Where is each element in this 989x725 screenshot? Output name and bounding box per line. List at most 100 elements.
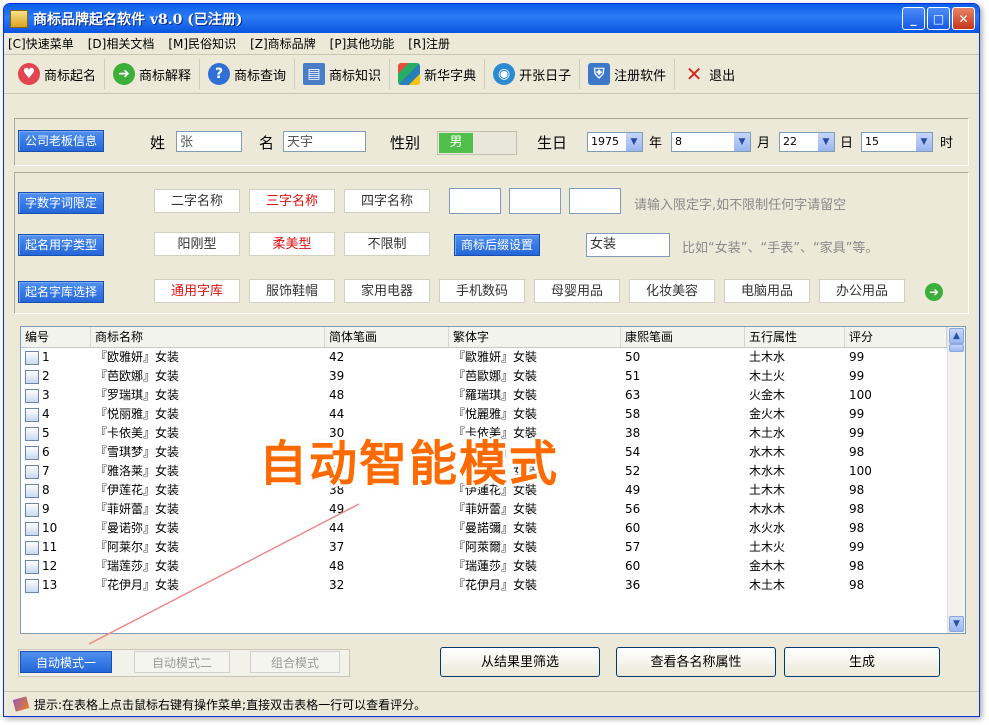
menu-quick[interactable]: [C]快速菜单 bbox=[8, 35, 74, 52]
menu-other[interactable]: [P]其他功能 bbox=[330, 35, 395, 52]
option-unlimited[interactable]: 不限制 bbox=[344, 232, 430, 256]
cell-text: 100 bbox=[849, 464, 872, 478]
library-general[interactable]: 通用字库 bbox=[154, 279, 240, 303]
tool-dictionary-button[interactable]: 新华字典 bbox=[390, 59, 486, 89]
suffix-setting-tag[interactable]: 商标后缀设置 bbox=[454, 234, 541, 256]
table-cell: 『罗瑞琪』女装 bbox=[91, 386, 325, 405]
cell-text: 『芭欧娜』女装 bbox=[95, 369, 180, 383]
tool-exit-button[interactable]: ✕ 退出 bbox=[675, 59, 743, 89]
table-cell: 4 bbox=[21, 405, 91, 424]
col-header-kangxi-strokes[interactable]: 康熙笔画 bbox=[621, 327, 745, 347]
day-unit: 日 bbox=[840, 136, 854, 151]
table-cell: 木土木 bbox=[745, 576, 845, 595]
minimize-button[interactable]: _ bbox=[902, 7, 925, 30]
close-button[interactable]: ✕ bbox=[952, 7, 975, 30]
library-office[interactable]: 办公用品 bbox=[819, 279, 905, 303]
mode-combo[interactable]: 组合模式 bbox=[250, 651, 340, 673]
option-three-char[interactable]: 三字名称 bbox=[249, 189, 335, 213]
cell-text: 56 bbox=[625, 502, 641, 516]
col-header-id[interactable]: 编号 bbox=[21, 327, 91, 347]
name-input[interactable]: 天宇 bbox=[283, 131, 366, 152]
library-tag[interactable]: 起名字库选择 bbox=[18, 281, 105, 303]
library-computer[interactable]: 电脑用品 bbox=[724, 279, 810, 303]
table-scrollbar[interactable]: ▲ ▼ bbox=[947, 327, 965, 633]
table-row[interactable]: 1 『欧雅妍』女装 42 『歐雅妍』女裝 50 土木水 99 bbox=[21, 348, 965, 367]
cell-text: 2 bbox=[42, 369, 50, 383]
limit-char-input-1[interactable] bbox=[449, 188, 501, 214]
col-header-simple-strokes[interactable]: 简体笔画 bbox=[325, 327, 449, 347]
char-type-tag[interactable]: 起名用字类型 bbox=[18, 234, 105, 256]
word-limit-tag[interactable]: 字数字词限定 bbox=[18, 192, 105, 214]
help-icon: ? bbox=[208, 63, 231, 85]
gender-toggle[interactable]: 男 bbox=[437, 131, 517, 155]
cell-text: 『罗瑞琪』女装 bbox=[95, 388, 180, 402]
filter-results-button[interactable]: 从结果里筛选 bbox=[440, 647, 600, 677]
option-two-char[interactable]: 二字名称 bbox=[154, 189, 240, 213]
cell-text: 金火木 bbox=[749, 407, 786, 421]
row-icon bbox=[25, 445, 39, 460]
menu-docs[interactable]: [D]相关文档 bbox=[88, 35, 155, 52]
scroll-up-icon[interactable]: ▲ bbox=[949, 328, 964, 344]
table-cell: 木土水 bbox=[745, 424, 845, 443]
hour-select[interactable]: 15 ▼ bbox=[861, 132, 933, 152]
col-header-name[interactable]: 商标名称 bbox=[91, 327, 325, 347]
mode-auto-1[interactable]: 自动模式一 bbox=[20, 651, 112, 673]
surname-input[interactable]: 张 bbox=[176, 131, 242, 152]
tool-label: 开张日子 bbox=[519, 68, 572, 84]
scroll-thumb[interactable] bbox=[949, 344, 964, 352]
tool-register-button[interactable]: ⛨ 注册软件 bbox=[580, 59, 676, 89]
tool-knowledge-button[interactable]: ▤ 商标知识 bbox=[295, 59, 391, 89]
limit-char-input-3[interactable] bbox=[569, 188, 621, 214]
menu-folk[interactable]: [M]民俗知识 bbox=[168, 35, 236, 52]
cell-text: 水火水 bbox=[749, 521, 786, 535]
owner-info-tag[interactable]: 公司老板信息 bbox=[18, 130, 105, 152]
table-cell: 木水木 bbox=[745, 500, 845, 519]
library-digital[interactable]: 手机数码 bbox=[439, 279, 525, 303]
mode-auto-2[interactable]: 自动模式二 bbox=[134, 651, 230, 673]
cell-text: 42 bbox=[329, 350, 345, 364]
table-row[interactable]: 3 『罗瑞琪』女装 48 『羅瑞琪』女裝 63 火金木 100 bbox=[21, 386, 965, 405]
next-arrow-icon[interactable]: ➜ bbox=[925, 283, 943, 301]
option-masculine[interactable]: 阳刚型 bbox=[154, 232, 240, 256]
chevron-down-icon: ▼ bbox=[734, 133, 750, 151]
col-header-traditional[interactable]: 繁体字 bbox=[449, 327, 621, 347]
status-text: 提示:在表格上点击鼠标右键有操作菜单;直接双击表格一行可以查看评分。 bbox=[34, 697, 427, 712]
maximize-button[interactable]: □ bbox=[927, 7, 950, 30]
tool-opening-day-button[interactable]: ◉ 开张日子 bbox=[485, 59, 581, 89]
menu-brand[interactable]: [Z]商标品牌 bbox=[250, 35, 316, 52]
generate-button[interactable]: 生成 bbox=[784, 647, 940, 677]
cell-text: 50 bbox=[625, 350, 641, 364]
option-four-char[interactable]: 四字名称 bbox=[344, 189, 430, 213]
col-header-five-elements[interactable]: 五行属性 bbox=[745, 327, 845, 347]
cell-text: 6 bbox=[42, 445, 50, 459]
suffix-input[interactable]: 女装 bbox=[586, 233, 670, 257]
menu-register[interactable]: [R]注册 bbox=[408, 35, 450, 52]
cell-text: 48 bbox=[329, 388, 345, 402]
limit-char-input-2[interactable] bbox=[509, 188, 561, 214]
library-baby[interactable]: 母婴用品 bbox=[534, 279, 620, 303]
row-icon bbox=[25, 388, 39, 403]
tool-query-button[interactable]: ? 商标查询 bbox=[200, 59, 296, 89]
tool-naming-button[interactable]: ♥ 商标起名 bbox=[10, 59, 106, 89]
tool-label: 新华字典 bbox=[424, 68, 477, 84]
library-appliance[interactable]: 家用电器 bbox=[344, 279, 430, 303]
tool-label: 注册软件 bbox=[614, 68, 667, 84]
view-attributes-button[interactable]: 查看各名称属性 bbox=[616, 647, 776, 677]
tool-label: 商标起名 bbox=[44, 68, 97, 84]
cell-text: 『悅麗雅』女裝 bbox=[453, 407, 538, 421]
scroll-down-icon[interactable]: ▼ bbox=[949, 616, 964, 632]
option-feminine[interactable]: 柔美型 bbox=[249, 232, 335, 256]
table-row[interactable]: 2 『芭欧娜』女装 39 『芭歐娜』女裝 51 木土火 99 bbox=[21, 367, 965, 386]
month-select[interactable]: 8 ▼ bbox=[671, 132, 751, 152]
year-select[interactable]: 1975 ▼ bbox=[587, 132, 643, 152]
table-row[interactable]: 4 『悦丽雅』女装 44 『悅麗雅』女裝 58 金火木 99 bbox=[21, 405, 965, 424]
row-icon bbox=[25, 369, 39, 384]
library-cosmetics[interactable]: 化妆美容 bbox=[629, 279, 715, 303]
table-cell: 60 bbox=[621, 519, 745, 538]
col-header-score[interactable]: 评分 bbox=[845, 327, 947, 347]
birth-label: 生日 bbox=[537, 134, 568, 152]
library-apparel[interactable]: 服饰鞋帽 bbox=[249, 279, 335, 303]
day-select[interactable]: 22 ▼ bbox=[779, 132, 835, 152]
tool-explain-button[interactable]: ➜ 商标解释 bbox=[105, 59, 201, 89]
title-bar[interactable]: 商标品牌起名软件 v8.0 (已注册) _ □ ✕ bbox=[4, 4, 979, 33]
